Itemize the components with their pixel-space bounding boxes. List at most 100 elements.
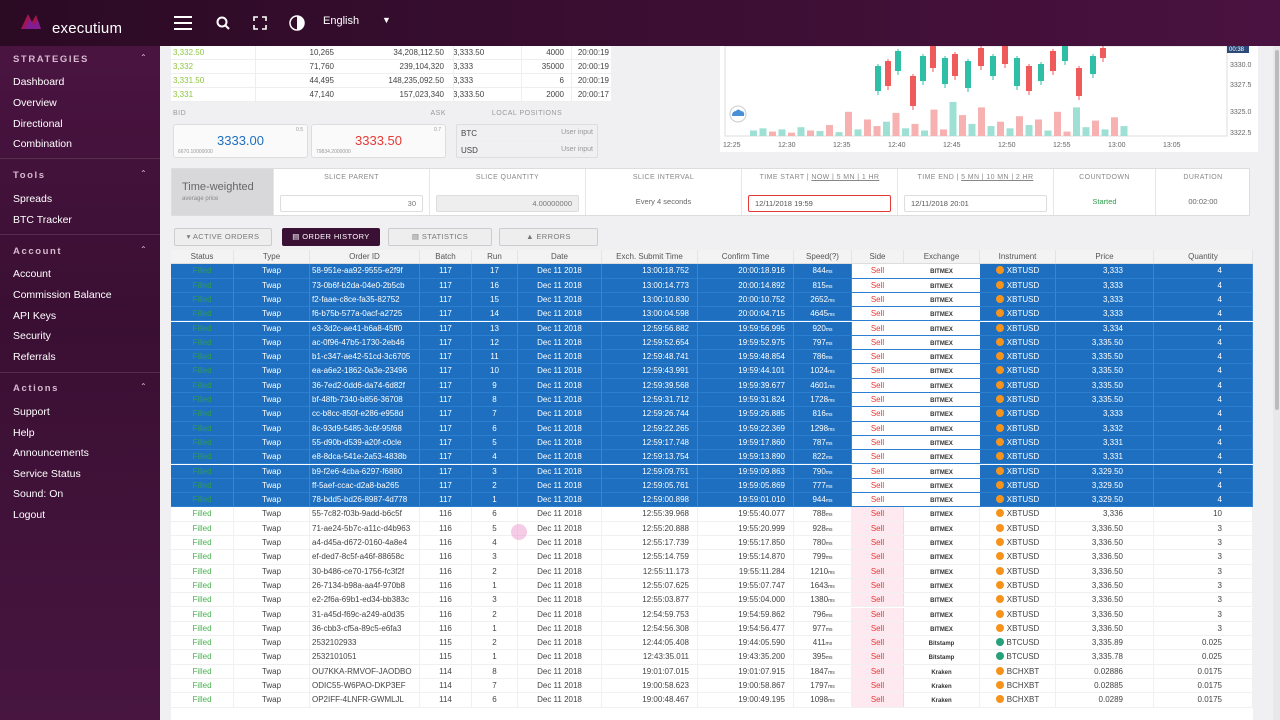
table-row[interactable]: Filled Twap f2-faae-c8ce-fa35-82752 117 15 De… [171,292,1253,308]
table-row[interactable]: Filled Twap 26-7134-b98a-aa4f-970b8 116 1 Dec… [171,578,1253,594]
time-end-shortcuts[interactable]: 5 MN | 10 MN | 2 HR [961,174,1033,181]
sidebar-item-dashboard[interactable]: Dashboard [13,76,64,88]
column-header[interactable]: Confirm Time [698,250,794,264]
sidebar-item-service-status[interactable]: Service Status [13,468,81,480]
sidebar-item-logout[interactable]: Logout [13,509,45,521]
executium-logo[interactable]: executium [14,9,134,37]
column-header[interactable]: Exch. Submit Time [602,250,698,264]
column-header[interactable]: Batch [420,250,472,264]
ask-box[interactable]: 0.7 3333.50 79834.2000000 [311,124,446,158]
sidebar-item-api-keys[interactable]: API Keys [13,310,56,322]
instrument-cell: XBTUSD [980,507,1056,521]
time-start-input[interactable]: 12/11/2018 19:59 [748,195,891,212]
table-row[interactable]: Filled Twap 71-ae24-5b7c-a11c-d4b963 116 5 De… [171,521,1253,536]
column-header[interactable]: Quantity [1154,250,1253,264]
orderbook-row[interactable]: 3,331 47,140 157,023,340 3,333.50 2000 20:00:… [171,88,611,102]
tab-active-orders[interactable]: ▾ ACTIVE ORDERS [174,228,272,246]
sidebar-item-announcements[interactable]: Announcements [13,447,89,459]
chevron-down-icon[interactable]: ▼ [382,15,391,25]
fullscreen-icon[interactable] [249,12,271,34]
time-end-input[interactable]: 12/11/2018 20:01 [904,195,1047,212]
scrollbar-thumb[interactable] [1275,50,1279,410]
column-header[interactable]: Type [234,250,310,264]
sidebar-item-referrals[interactable]: Referrals [13,351,56,363]
tradingview-icon[interactable] [729,105,747,123]
table-row[interactable]: Filled Twap 78-bdd5-bd26-8987-4d778 117 1 Dec… [171,493,1253,508]
column-header[interactable]: Status [171,250,234,264]
tab-statistics[interactable]: ▤ STATISTICS [388,228,492,246]
sidebar-item-overview[interactable]: Overview [13,97,57,109]
contrast-icon[interactable] [286,12,308,34]
orderbook-row[interactable]: 3,332.50 10,265 34,208,112.50 3,333.50 4000 2… [171,46,611,60]
caret-up-icon[interactable]: ⌃ [140,169,147,178]
table-row[interactable]: Filled Twap f6-b75b-577a-0acf-a2725 117 14 De… [171,307,1253,322]
table-row[interactable]: Filled Twap e2-2f6a-69b1-ed34-bb383c 116 3 De… [171,593,1253,608]
column-header[interactable]: Exchange [904,250,980,264]
sidebar-item-commission-balance[interactable]: Commission Balance [13,289,112,301]
table-row[interactable]: Filled Twap ODIC55-W6PAO-DKP3EF 114 7 Dec 11 … [171,679,1253,694]
sidebar-item-sound[interactable]: Sound: On [13,488,63,500]
language-selector[interactable]: English [323,15,359,27]
table-row[interactable]: Filled Twap 30-b486-ce70-1756-fc3f2f 116 2 De… [171,564,1253,579]
table-row[interactable]: Filled Twap 36-7ed2-0dd6-da74-6d82f 117 9 Dec… [171,378,1253,393]
column-header[interactable]: Date [518,250,602,264]
menu-icon[interactable] [172,12,194,34]
slice-interval-value[interactable]: Every 4 seconds [586,197,741,206]
caret-up-icon[interactable]: ⌃ [140,382,147,391]
tab-order-history[interactable]: ▤ ORDER HISTORY [282,228,380,246]
table-row[interactable]: Filled Twap 55-7c82-f03b-9add-b6c5f 116 6 Dec… [171,507,1253,522]
tab-errors[interactable]: ▲ ERRORS [499,228,598,246]
table-row[interactable]: Filled Twap 73-0b6f-b2da-04e0-2b5cb 117 16 De… [171,278,1253,293]
sidebar-item-combination[interactable]: Combination [13,138,72,150]
table-row[interactable]: Filled Twap 58-951e-aa92-9555-e2f9f 117 17 De… [171,264,1253,279]
table-row[interactable]: Filled Twap OU7KKA-RMVOF-JAODBO 114 8 Dec 11 … [171,664,1253,679]
instrument-cell: XBTUSD [980,521,1056,535]
caret-up-icon[interactable]: ⌃ [140,245,147,254]
table-row[interactable]: Filled Twap b9-f2e6-4cba-6297-f6880 117 3 Dec… [171,464,1253,479]
table-row[interactable]: Filled Twap ac-0f96-47b5-1730-2eb46 117 12 De… [171,335,1253,351]
position-input[interactable]: User input [561,146,593,153]
slice-parent-input[interactable]: 30 [280,195,423,212]
slice-quantity-input[interactable]: 4.00000000 [436,195,579,212]
table-row[interactable]: Filled Twap b1-c347-ae42-51cd-3c6705 117 11 D… [171,350,1253,365]
time-start-shortcuts[interactable]: NOW | 5 MN | 1 HR [811,174,879,181]
table-row[interactable]: Filled Twap ff-5aef-ccac-d2a8-ba265 117 2 Dec… [171,478,1253,494]
position-input[interactable]: User input [561,129,593,136]
sidebar-item-help[interactable]: Help [13,427,35,439]
table-row[interactable]: Filled Twap 2532101051 115 1 Dec 11 2018 12:43… [171,650,1253,665]
table-row[interactable]: Filled Twap 31-a45d-f69c-a249-a0d35 116 2 Dec… [171,607,1253,622]
speed-cell: 4645ms [794,307,852,321]
table-row[interactable]: Filled Twap a4-d45a-d672-0160-4a8e4 116 4 Dec… [171,536,1253,551]
column-header[interactable]: Speed(?) [794,250,852,264]
table-row[interactable]: Filled Twap e3-3d2c-ae41-b6a8-45ff0 117 13 De… [171,321,1253,336]
column-header[interactable]: Order ID [310,250,420,264]
caret-up-icon[interactable]: ⌃ [140,53,147,62]
table-row[interactable]: Filled Twap 55-d90b-d539-a20f-c0cle 117 5 Dec… [171,435,1253,451]
exchange-logo: BITMEX [930,498,953,505]
orderbook-row[interactable]: 3,332 71,760 239,104,320 3,333 35000 20:00:19 [171,60,611,74]
sidebar-item-btc-tracker[interactable]: BTC Tracker [13,214,72,226]
table-row[interactable]: Filled Twap cc-b8cc-850f-e286-e958d 117 7 Dec… [171,407,1253,422]
column-header[interactable]: Price [1056,250,1154,264]
sidebar-item-security[interactable]: Security [13,330,51,342]
table-row[interactable]: Filled Twap OP2IFF-4LNFR-GWMLJL 114 6 Dec 11 … [171,693,1253,708]
table-row[interactable]: Filled Twap bf-48fb-7340-b856-36708 117 8 Dec… [171,393,1253,408]
price-chart[interactable]: 3330.0 3327.5 3325.0 3322.5 12:25 12:30 12:35 1… [720,46,1258,152]
table-row[interactable]: Filled Twap 36-cbb3-cf5a-89c5-e6fa3 116 1 Dec… [171,621,1253,637]
bid-box[interactable]: 0.5 3333.00 6670.10000000 [173,124,308,158]
table-row[interactable]: Filled Twap 2532102933 115 2 Dec 11 2018 12:44… [171,636,1253,651]
column-header[interactable]: Run [472,250,518,264]
orderbook-row[interactable]: 3,331.50 44,495 148,235,092.50 3,333 6 20:00:… [171,74,611,88]
table-row[interactable]: Filled Twap ea-a6e2-1862-0a3e-23496 117 10 De… [171,364,1253,379]
column-header[interactable]: Instrument [980,250,1056,264]
sidebar-item-support[interactable]: Support [13,406,50,418]
table-row[interactable]: Filled Twap e8-8dca-541e-2a53-4838b 117 4 Dec… [171,450,1253,465]
x-tick-label: 12:25 [723,142,741,149]
sidebar-item-spreads[interactable]: Spreads [13,193,52,205]
sidebar-item-account[interactable]: Account [13,268,51,280]
table-row[interactable]: Filled Twap ef-ded7-8c5f-a46f-88658c 116 3 De… [171,550,1253,565]
search-icon[interactable] [212,12,234,34]
table-row[interactable]: Filled Twap 8c-93d9-5485-3c6f-95f68 117 6 Dec… [171,421,1253,436]
column-header[interactable]: Side [852,250,904,264]
sidebar-item-directional[interactable]: Directional [13,118,63,130]
